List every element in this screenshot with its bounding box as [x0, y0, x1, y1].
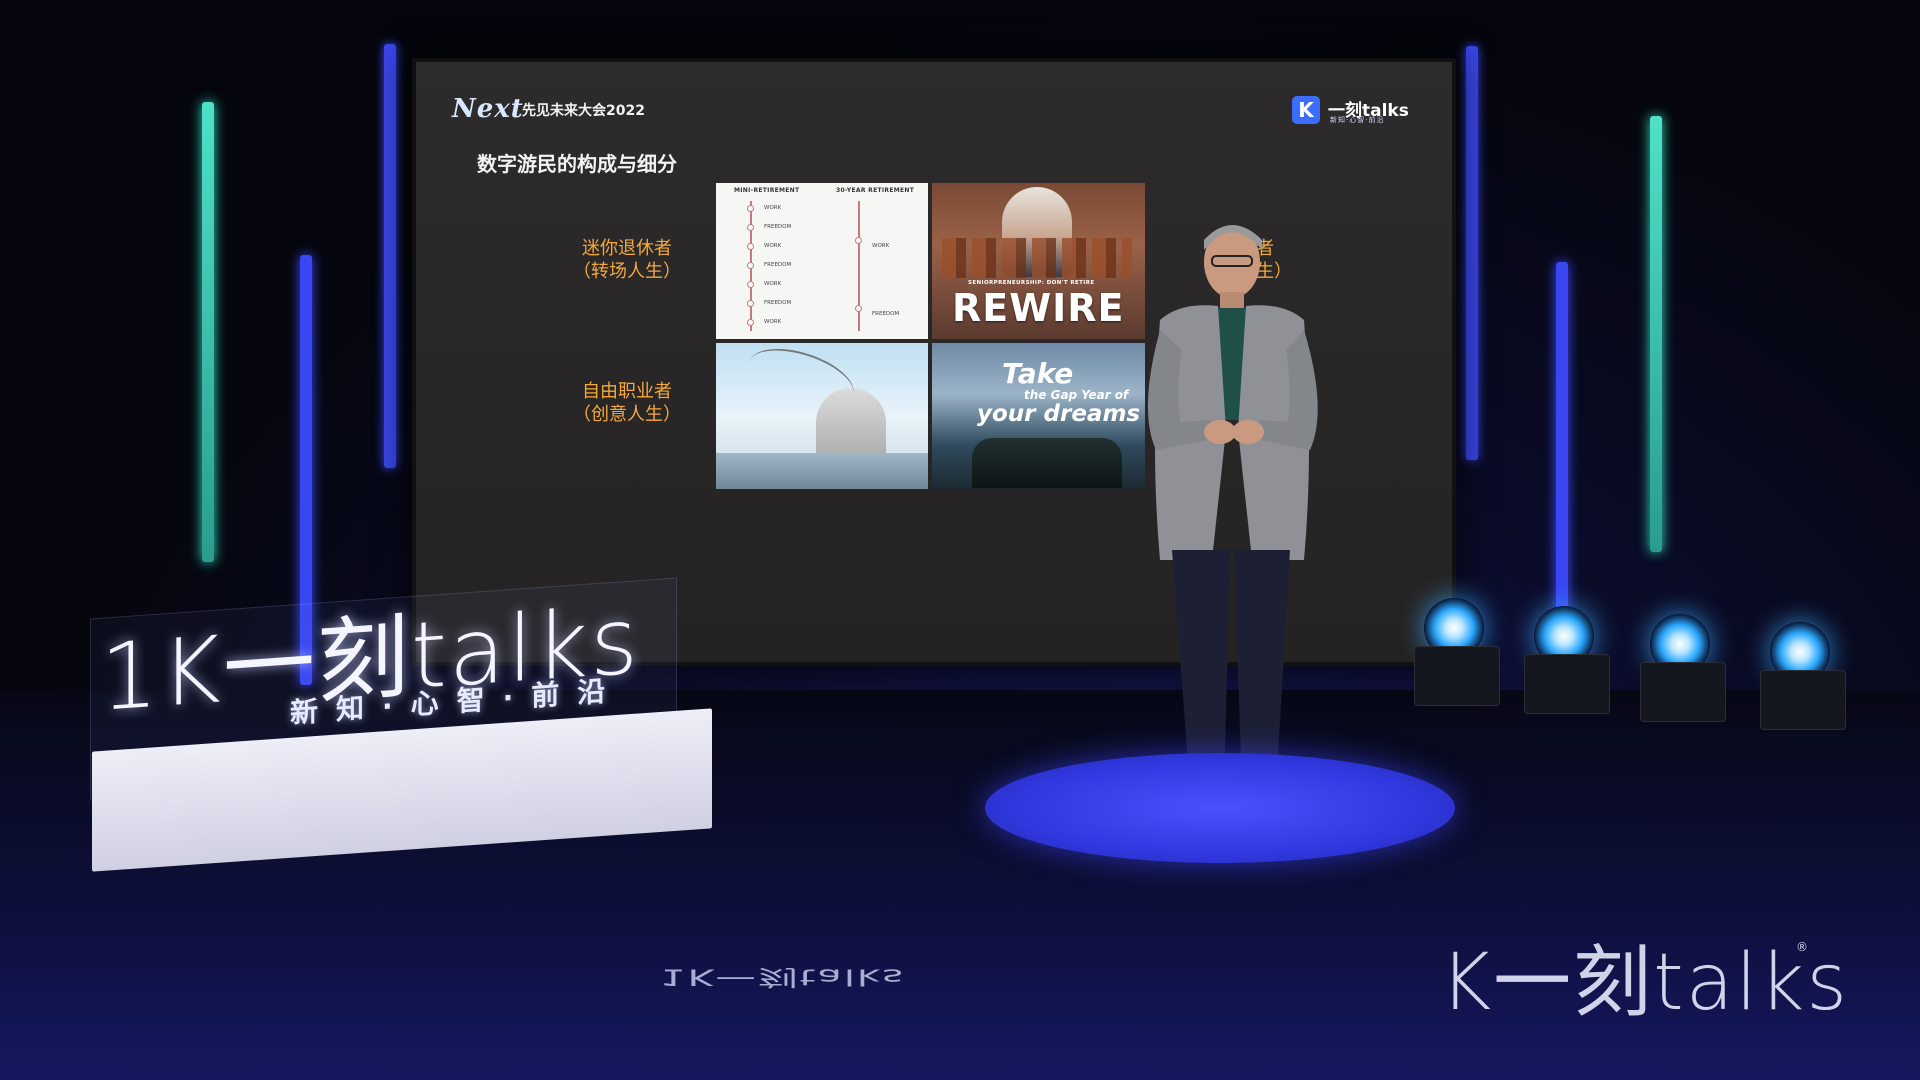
- chart-col1-dot: [747, 300, 754, 307]
- event-title: 先见未来大会2022: [522, 103, 645, 119]
- event-logo-word: Next: [452, 94, 524, 124]
- chart-col2-dot: [855, 305, 862, 312]
- chart-col1-dot: [747, 224, 754, 231]
- light-body: [1414, 646, 1500, 706]
- speaker-figure: [1147, 225, 1318, 816]
- chart-col1-item: FREEDOM: [764, 300, 792, 306]
- freelancer-photo: [716, 343, 928, 489]
- label-mini-retiree: 迷你退休者 （转场人生）: [557, 237, 697, 283]
- label-freelancer-line1: 自由职业者: [582, 381, 672, 402]
- chart-col1-dot: [747, 319, 754, 326]
- gap-dreams-text: your dreams: [977, 401, 1141, 427]
- stage-light: [1414, 598, 1500, 706]
- light-body: [1524, 654, 1610, 714]
- label-freelancer-line2: （创意人生）: [573, 404, 681, 425]
- gap-year-photo: Take the Gap Year of your dreams: [932, 343, 1145, 489]
- chart-col1-item: WORK: [764, 205, 782, 211]
- freelancer-ground: [716, 453, 928, 489]
- chart-col2-item: WORK: [872, 243, 890, 249]
- light-body: [1640, 662, 1726, 722]
- chart-col1-dot: [747, 243, 754, 250]
- freelancer-cable: [740, 343, 862, 421]
- led-bar-blue-left-tall: [384, 44, 396, 468]
- led-bar-blue-right: [1556, 262, 1568, 612]
- chart-col1-item: FREEDOM: [764, 262, 792, 268]
- chart-col1-dot: [747, 262, 754, 269]
- chart-col1-dot: [747, 205, 754, 212]
- violin-shapes: [942, 238, 1132, 278]
- label-mini-retiree-line2: （转场人生）: [573, 261, 681, 282]
- slide-brand-logo: K 一刻talks 新知·心智·前沿: [1292, 96, 1412, 124]
- stage-light: [1640, 614, 1726, 722]
- led-bar-teal-right: [1650, 116, 1662, 552]
- chart-col1-item: WORK: [764, 319, 782, 325]
- chart-col1-item: FREEDOM: [764, 224, 792, 230]
- gap-take-text: Take: [1002, 357, 1074, 390]
- rewire-big-text: REWIRE: [952, 286, 1125, 330]
- led-bar-teal-left: [202, 102, 214, 562]
- gap-mid-text: the Gap Year of: [1024, 388, 1129, 402]
- stage-light: [1760, 622, 1846, 730]
- gap-year-figures: [972, 438, 1122, 488]
- label-freelancer: 自由职业者 （创意人生）: [557, 380, 697, 426]
- chart-col1-item: WORK: [764, 243, 782, 249]
- watermark-registered-mark: ®: [1796, 940, 1808, 954]
- chart-col1-dot: [747, 281, 754, 288]
- brand-sub: 新知·心智·前沿: [1330, 116, 1385, 124]
- chart-col2-header: 30-YEAR RETIREMENT: [836, 187, 915, 194]
- chart-col2-dot: [855, 237, 862, 244]
- chart-col1-item: WORK: [764, 281, 782, 287]
- stage-light: [1524, 606, 1610, 714]
- chart-col2-item: FREEDOM: [872, 311, 900, 317]
- light-body: [1760, 670, 1846, 730]
- slide-title: 数字游民的构成与细分: [477, 152, 677, 176]
- floor-projected-logo: 1K一刻talks: [660, 964, 905, 990]
- retirement-chart-image: MINI-RETIREMENT 30-YEAR RETIREMENT WORK F…: [716, 183, 928, 339]
- label-mini-retiree-line1: 迷你退休者: [582, 238, 672, 259]
- chart-col1-header: MINI-RETIREMENT: [734, 187, 800, 194]
- stage-rug: [985, 753, 1455, 863]
- rewire-image: SENIORPRENEURSHIP: DON'T RETIRE REWIRE: [932, 183, 1145, 339]
- led-bar-blue-right-tall: [1466, 46, 1478, 460]
- brand-k-icon: K: [1292, 96, 1320, 124]
- video-watermark: K一刻talks: [1440, 938, 1850, 1028]
